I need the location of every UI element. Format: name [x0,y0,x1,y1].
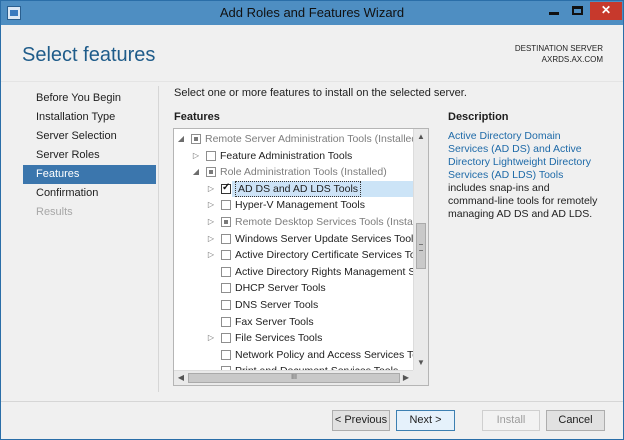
tree-row[interactable]: ▷ Hyper-V Management Tools [174,197,414,213]
feature-checkbox[interactable] [206,167,216,177]
feature-label: Role Administration Tools (Installed) [220,166,387,178]
tree-row[interactable]: ▷ Feature Administration Tools [174,148,414,164]
horizontal-scrollbar[interactable]: ◀ III ▶ [174,370,428,385]
expand-arrow-icon[interactable]: ▷ [206,214,216,230]
minimize-icon [549,12,559,15]
description-link[interactable]: Active Directory Domain Services (AD DS)… [448,130,591,181]
feature-label: Fax Server Tools [235,316,314,328]
tree-row[interactable]: ◢ Role Administration Tools (Installed) [174,164,414,180]
expand-arrow-icon[interactable]: ▷ [191,148,201,164]
feature-label: Remote Desktop Services Tools (Installed… [235,216,414,228]
tree-row[interactable]: Network Policy and Access Services Tools [174,347,414,363]
close-icon: ✕ [600,3,612,17]
wizard-navigation: Before You Begin Installation Type Server … [23,89,156,222]
minimize-button[interactable] [542,2,566,20]
expand-arrow-icon[interactable]: ▷ [206,197,216,213]
tree-row[interactable]: Fax Server Tools [174,314,414,330]
feature-checkbox[interactable] [221,234,231,244]
nav-item-results: Results [36,206,73,218]
description-heading: Description [448,111,509,123]
maximize-button[interactable] [566,2,590,20]
collapse-arrow-icon[interactable]: ◢ [191,164,201,180]
feature-label: File Services Tools [235,332,323,344]
feature-checkbox[interactable] [221,350,231,360]
scroll-up-icon[interactable]: ▲ [414,129,428,144]
tree-row[interactable]: Active Directory Rights Management Servi… [174,264,414,280]
feature-label: Remote Server Administration Tools (Inst… [205,133,414,145]
tree-row[interactable]: DNS Server Tools [174,297,414,313]
tree-row[interactable]: ▷ Active Directory Certificate Services T… [174,247,414,263]
cancel-button[interactable]: Cancel [546,410,605,431]
feature-label: Print and Document Services Tools [235,363,398,370]
maximize-icon [572,6,583,15]
feature-checkbox[interactable] [206,151,216,161]
title-bar[interactable]: Add Roles and Features Wizard ✕ [1,1,623,25]
description-body: includes snap-ins and command-line tools… [448,182,598,220]
footer-divider [1,401,623,402]
expand-arrow-icon[interactable]: ▷ [206,247,216,263]
install-button[interactable]: Install [482,410,540,431]
feature-checkbox[interactable] [221,317,231,327]
expand-arrow-icon[interactable]: ▷ [206,231,216,247]
feature-checkbox[interactable] [221,300,231,310]
tree-row[interactable]: ▷ Windows Server Update Services Tools [174,231,414,247]
nav-item-confirmation[interactable]: Confirmation [23,184,156,203]
vertical-scrollbar[interactable]: ▲ ▼ [413,129,428,370]
instruction-text: Select one or more features to install o… [174,87,467,99]
collapse-arrow-icon[interactable]: ◢ [176,131,186,147]
feature-label: Hyper-V Management Tools [235,199,365,211]
tree-row[interactable]: Print and Document Services Tools [174,363,414,370]
close-button[interactable]: ✕ [590,2,622,20]
feature-checkbox[interactable] [221,180,231,196]
features-tree-content: ◢ Remote Server Administration Tools (Ins… [174,129,414,370]
tree-row[interactable]: ▷ Remote Desktop Services Tools (Installe… [174,214,414,230]
next-button[interactable]: Next > [396,410,455,431]
feature-checkbox[interactable] [221,267,231,277]
destination-server-name: AXRDS.AX.COM [541,55,603,64]
feature-checkbox[interactable] [221,333,231,343]
scroll-right-icon[interactable]: ▶ [399,371,413,385]
nav-divider [158,86,159,392]
header-divider [1,81,623,82]
feature-label: Windows Server Update Services Tools [235,233,414,245]
feature-label: Active Directory Rights Management Servi… [235,266,414,278]
feature-label: Active Directory Certificate Services To… [235,249,414,261]
nav-item-server-selection[interactable]: Server Selection [23,127,156,146]
feature-label: Feature Administration Tools [220,150,353,162]
page-title: Select features [22,44,156,66]
tree-row[interactable]: ▷ File Services Tools [174,330,414,346]
feature-checkbox[interactable] [221,217,231,227]
tree-row[interactable]: ◢ Remote Server Administration Tools (Ins… [174,131,414,147]
previous-button[interactable]: < Previous [332,410,390,431]
feature-checkbox[interactable] [191,134,201,144]
feature-label: DNS Server Tools [235,299,319,311]
feature-checkbox[interactable] [221,200,231,210]
scroll-left-icon[interactable]: ◀ [174,371,188,385]
feature-label: DHCP Server Tools [235,282,326,294]
destination-server-info: DESTINATION SERVER AXRDS.AX.COM [515,43,603,65]
horizontal-scroll-thumb[interactable]: III [188,373,400,383]
window-title: Add Roles and Features Wizard [219,5,405,20]
nav-item-features[interactable]: Features [23,165,156,184]
tree-row[interactable]: ▷ AD DS and AD LDS Tools [174,180,414,197]
destination-label: DESTINATION SERVER [514,44,603,53]
wizard-window: Add Roles and Features Wizard ✕ Select f… [0,0,624,440]
description-text: Active Directory Domain Services (AD DS)… [448,130,598,221]
feature-checkbox[interactable] [221,250,231,260]
scroll-down-icon[interactable]: ▼ [414,355,428,370]
nav-item-installation-type[interactable]: Installation Type [23,108,156,127]
feature-checkbox[interactable] [221,283,231,293]
nav-item-before-you-begin[interactable]: Before You Begin [23,89,156,108]
features-tree[interactable]: ◢ Remote Server Administration Tools (Ins… [173,128,429,386]
tree-row[interactable]: DHCP Server Tools [174,280,414,296]
expand-arrow-icon[interactable]: ▷ [206,181,216,197]
nav-item-server-roles[interactable]: Server Roles [23,146,156,165]
expand-arrow-icon[interactable]: ▷ [206,330,216,346]
feature-label: Network Policy and Access Services Tools [235,349,414,361]
scrollbar-corner [413,370,428,385]
feature-label: AD DS and AD LDS Tools [235,181,362,197]
vertical-scroll-thumb[interactable] [416,223,426,269]
features-heading: Features [174,111,220,123]
